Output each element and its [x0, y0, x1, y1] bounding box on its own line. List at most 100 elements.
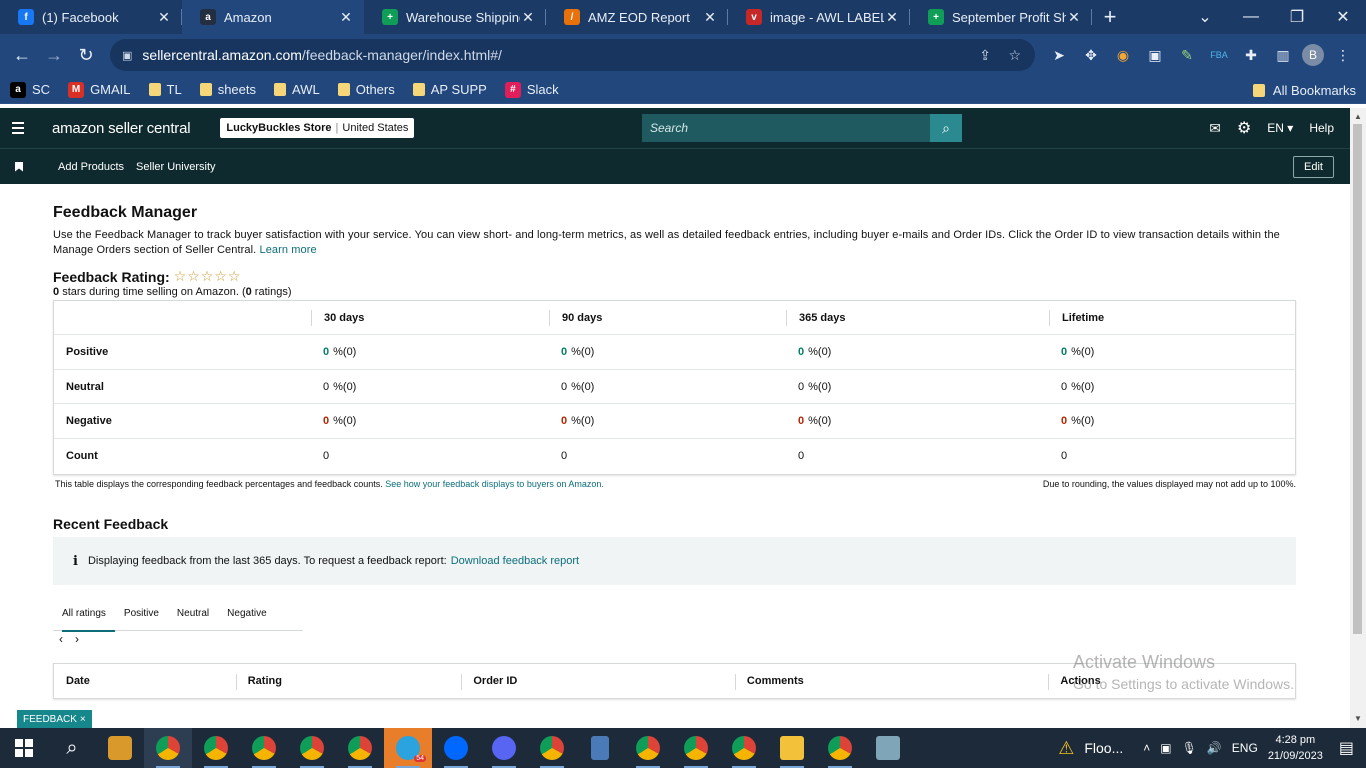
mail-icon[interactable]: ✉ [1209, 120, 1221, 137]
extension-puzzle-color-icon[interactable]: ✥ [1078, 42, 1104, 68]
extension-eyedropper-icon[interactable]: ✎ [1174, 42, 1200, 68]
new-tab-button[interactable]: + [1092, 0, 1128, 34]
scroll-thumb[interactable] [1353, 124, 1362, 634]
star-icon[interactable]: ☆ [1008, 47, 1021, 64]
seller-university-link[interactable]: Seller University [136, 161, 215, 173]
chevron-right-icon[interactable]: › [75, 632, 79, 646]
site-info-icon[interactable]: ▣ [122, 49, 132, 62]
column-header[interactable]: Rating [235, 664, 462, 698]
browser-tab[interactable]: a Amazon ✕ [182, 0, 364, 34]
extension-arrow-icon[interactable]: ➤ [1046, 42, 1072, 68]
extension-circle-icon[interactable]: ◉ [1110, 42, 1136, 68]
chrome-profile-icon[interactable] [240, 728, 288, 768]
scroll-down-icon[interactable]: ▼ [1354, 714, 1362, 723]
back-button[interactable]: ← [6, 39, 38, 71]
chevron-left-icon[interactable]: ‹ [59, 632, 63, 646]
bookmark-item[interactable]: # Slack [504, 81, 559, 98]
search-button[interactable]: ⌕ [930, 114, 962, 142]
input-language[interactable]: ENG [1232, 741, 1258, 755]
forward-button[interactable]: → [38, 39, 70, 71]
chrome-profile-icon[interactable] [192, 728, 240, 768]
zalo-icon[interactable] [432, 728, 480, 768]
close-tab-icon[interactable]: ✕ [702, 9, 718, 26]
close-tab-icon[interactable]: ✕ [520, 9, 536, 26]
minimize-button[interactable]: — [1228, 0, 1274, 34]
windows-start-icon[interactable] [0, 728, 48, 768]
weather-text[interactable]: Floo... [1084, 740, 1123, 756]
extension-fba-icon[interactable]: FBA [1206, 42, 1232, 68]
chrome-profile-icon[interactable] [336, 728, 384, 768]
profile-avatar[interactable]: B [1302, 44, 1324, 66]
chrome-profile-icon[interactable] [624, 728, 672, 768]
bookmark-item[interactable]: AWL [274, 82, 320, 97]
close-tab-icon[interactable]: ✕ [156, 9, 172, 26]
bookmark-item[interactable]: Others [337, 82, 395, 97]
discord-icon[interactable] [480, 728, 528, 768]
language-selector[interactable]: EN ▾ [1267, 121, 1293, 135]
bookmark-item[interactable]: a SC [10, 81, 50, 98]
browser-tab[interactable]: f (1) Facebook ✕ [0, 0, 182, 34]
rating-tab[interactable]: All ratings [53, 597, 115, 632]
app-icon[interactable] [864, 728, 912, 768]
browser-tab[interactable]: + Warehouse Shipping &✕ [364, 0, 546, 34]
app-icon[interactable] [96, 728, 144, 768]
rating-tab[interactable]: Neutral [168, 597, 218, 631]
extension-camera-icon[interactable]: ▣ [1142, 42, 1168, 68]
help-link[interactable]: Help [1309, 121, 1334, 135]
close-tab-icon[interactable]: ✕ [338, 9, 354, 26]
learn-more-link[interactable]: Learn more [259, 244, 316, 256]
page-scrollbar[interactable]: ▲ ▼ [1350, 108, 1366, 728]
rating-tab[interactable]: Negative [218, 597, 275, 631]
bookmark-item[interactable]: TL [148, 82, 182, 97]
address-bar[interactable]: ▣ sellercentral.amazon.com/feedback-mana… [110, 39, 1035, 71]
close-window-button[interactable]: ✕ [1320, 0, 1366, 34]
chrome-icon[interactable] [144, 728, 192, 768]
clock[interactable]: 4:28 pm 21/09/2023 [1268, 732, 1323, 764]
edit-nav-button[interactable]: Edit [1293, 156, 1334, 178]
chrome-profile-icon[interactable] [288, 728, 336, 768]
bookmark-item[interactable]: M GMAIL [68, 81, 131, 98]
volume-icon[interactable]: 🔊 [1207, 741, 1222, 755]
browser-tab[interactable]: + September Profit Shee✕ [910, 0, 1092, 34]
share-icon[interactable]: ⇪ [979, 47, 991, 64]
store-selector[interactable]: LuckyBuckles Store | United States [220, 118, 415, 138]
close-tab-icon[interactable]: ✕ [1066, 9, 1082, 26]
download-report-link[interactable]: Download feedback report [451, 555, 579, 567]
close-tab-icon[interactable]: ✕ [884, 9, 900, 26]
menu-dots-icon[interactable]: ⋮ [1330, 42, 1356, 68]
search-icon[interactable]: ⌕ [48, 728, 96, 768]
scroll-up-icon[interactable]: ▲ [1354, 112, 1362, 121]
feedback-display-link[interactable]: See how your feedback displays to buyers… [385, 479, 604, 489]
all-bookmarks[interactable]: All Bookmarks [1252, 76, 1356, 104]
add-products-link[interactable]: Add Products [58, 161, 124, 173]
browser-tab[interactable]: / AMZ EOD Report ✕ [546, 0, 728, 34]
chrome-profile-icon[interactable] [720, 728, 768, 768]
microphone-icon[interactable]: 🎙 [1182, 741, 1197, 755]
bookmark-item[interactable]: sheets [199, 82, 256, 97]
notifications-icon[interactable]: ▤ [1339, 738, 1354, 758]
file-explorer-icon[interactable] [768, 728, 816, 768]
column-header[interactable]: Date [54, 664, 236, 698]
bookmark-item[interactable]: AP SUPP [412, 82, 487, 97]
meet-now-icon[interactable]: ▣ [1160, 741, 1171, 755]
bookmark-icon[interactable] [15, 161, 23, 172]
chrome-profile-icon[interactable] [528, 728, 576, 768]
column-header[interactable]: Comments [734, 664, 1048, 698]
close-icon[interactable]: × [80, 714, 86, 725]
hamburger-menu-icon[interactable] [0, 108, 36, 148]
seller-central-logo[interactable]: amazon seller central [52, 120, 191, 137]
column-header[interactable]: Order ID [461, 664, 735, 698]
weather-icon[interactable]: ⚠ [1058, 738, 1074, 759]
chevron-up-icon[interactable]: ˄ [1143, 741, 1150, 755]
restore-button[interactable]: ❐ [1274, 0, 1320, 34]
reload-button[interactable]: ↻ [70, 39, 102, 71]
extensions-puzzle-icon[interactable]: ✚ [1238, 42, 1264, 68]
side-panel-icon[interactable]: ▥ [1270, 42, 1296, 68]
calculator-icon[interactable] [576, 728, 624, 768]
feedback-pill-button[interactable]: FEEDBACK × [17, 710, 92, 728]
settings-gear-icon[interactable]: ⚙ [1237, 118, 1251, 138]
rating-tab[interactable]: Positive [115, 597, 168, 631]
search-input[interactable]: Search [642, 114, 930, 142]
chrome-profile-icon[interactable] [816, 728, 864, 768]
browser-tab[interactable]: v image - AWL LABEL ✕ [728, 0, 910, 34]
